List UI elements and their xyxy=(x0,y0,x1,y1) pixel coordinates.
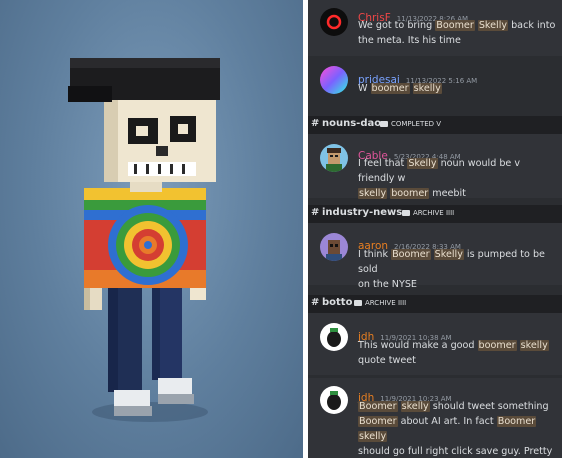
message-line: We got to bring Boomer Skelly back into xyxy=(358,18,556,33)
message-text-segment: back into xyxy=(508,20,556,31)
channel-header-botto[interactable]: # botto ARCHIVE IIII xyxy=(308,295,562,313)
search-highlight: skelly xyxy=(412,83,442,94)
message-line: I feel that Skelly noun would be v frien… xyxy=(358,156,556,186)
chat-message[interactable]: ChrisF 11/13/2022 8:26 AM We got to bring… xyxy=(308,0,562,56)
channel-name[interactable]: industry-news xyxy=(322,207,402,218)
message-text-segment: I think xyxy=(358,249,392,260)
channel-category: COMPLETED V xyxy=(391,120,442,128)
message-line: W boomer skelly xyxy=(358,81,556,96)
message-line: on the NYSE xyxy=(358,277,556,292)
jdh-avatar-icon[interactable] xyxy=(320,386,348,414)
search-highlight: Skelly xyxy=(433,249,464,260)
message-text-segment: on the NYSE xyxy=(358,279,417,290)
message-line: This would make a good boomer skelly xyxy=(358,338,556,353)
hash-icon: # xyxy=(311,118,320,129)
message-line: Boomer skelly should tweet something xyxy=(358,399,556,414)
message-line: the meta. Its his time xyxy=(358,33,556,48)
message-line: quote tweet xyxy=(358,353,556,368)
chat-message[interactable]: jdh 11/9/2021 10:38 AM This would make a … xyxy=(308,313,562,375)
message-line: I think Boomer Skelly is pumped to be so… xyxy=(358,247,556,277)
search-highlight: skelly xyxy=(358,431,388,442)
hash-icon: # xyxy=(311,207,320,218)
chat-message[interactable]: Cable 5/23/2022 4:48 AM I feel that Skell… xyxy=(308,134,562,201)
search-highlight: Boomer xyxy=(391,249,431,260)
search-highlight: Skelly xyxy=(407,158,438,169)
message-text-segment: W xyxy=(358,83,371,94)
message-text: Boomer skelly should tweet something Boom… xyxy=(358,399,556,458)
search-highlight: boomer xyxy=(370,83,410,94)
channel-name[interactable]: nouns-dao xyxy=(322,118,381,129)
channel-name[interactable]: botto xyxy=(322,297,352,308)
channel-category: ARCHIVE IIII xyxy=(413,209,455,217)
search-highlight: Skelly xyxy=(477,20,509,31)
gradient-orb-avatar-icon[interactable] xyxy=(320,66,348,94)
voxel-skeleton-character-icon xyxy=(68,58,220,422)
message-line: should go full right click save guy. Pre… xyxy=(358,444,556,458)
message-text-segment: should go full right click save guy. Pre… xyxy=(358,446,553,457)
character-render-panel xyxy=(0,0,303,458)
message-text-segment: We got to bring xyxy=(358,20,436,31)
channel-header-nouns-dao[interactable]: # nouns-dao COMPLETED V xyxy=(308,116,562,134)
message-text-segment: meebit xyxy=(429,188,466,199)
search-highlight: skelly xyxy=(358,188,388,199)
message-text-segment: should tweet something xyxy=(429,401,549,412)
message-text: We got to bring Boomer Skelly back into t… xyxy=(358,18,556,48)
message-text: This would make a good boomer skelly quot… xyxy=(358,338,556,368)
chat-message[interactable]: aaron 2/16/2022 8:33 AM I think Boomer Sk… xyxy=(308,223,562,290)
search-highlight: skelly xyxy=(400,401,430,412)
search-highlight: boomer xyxy=(390,188,430,199)
cable-avatar-icon[interactable] xyxy=(320,144,348,172)
screenshot-root: ChrisF 11/13/2022 8:26 AM We got to bring… xyxy=(0,0,562,458)
message-text-segment: This would make a good xyxy=(358,340,478,351)
message-text-segment: quote tweet xyxy=(358,355,416,366)
folder-icon xyxy=(354,300,362,306)
channel-category: ARCHIVE IIII xyxy=(365,299,407,307)
search-highlight: Boomer xyxy=(496,416,537,427)
message-text-segment: about AI art. In fact xyxy=(397,416,497,427)
message-text: W boomer skelly xyxy=(358,81,556,96)
chat-results-panel: ChrisF 11/13/2022 8:26 AM We got to bring… xyxy=(308,0,562,458)
message-text: I feel that Skelly noun would be v frien… xyxy=(358,156,556,201)
search-highlight: boomer xyxy=(477,340,517,351)
channel-header-industry-news[interactable]: # industry-news ARCHIVE IIII xyxy=(308,205,562,223)
aaron-avatar-icon[interactable] xyxy=(320,233,348,261)
message-line: skelly boomer meebit xyxy=(358,186,556,201)
search-highlight: skelly xyxy=(519,340,549,351)
red-ring-avatar-icon[interactable] xyxy=(320,8,348,36)
search-highlight: Boomer xyxy=(358,416,398,427)
jdh-avatar-icon[interactable] xyxy=(320,323,348,351)
chat-message[interactable]: jdh 11/9/2021 10:23 AM Boomer skelly shou… xyxy=(308,378,562,458)
message-text-segment: the meta. Its his time xyxy=(358,35,461,46)
message-line: Boomer about AI art. In fact Boomer skel… xyxy=(358,414,556,444)
hash-icon: # xyxy=(311,297,320,308)
search-highlight: Boomer xyxy=(358,401,398,412)
folder-icon xyxy=(402,210,410,216)
message-text: I think Boomer Skelly is pumped to be so… xyxy=(358,247,556,292)
search-highlight: Boomer xyxy=(435,20,475,31)
chat-message[interactable]: pridesai 11/13/2022 5:16 AM W boomer skel… xyxy=(308,56,562,114)
message-text-segment: I feel that xyxy=(358,158,408,169)
folder-icon xyxy=(380,121,388,127)
